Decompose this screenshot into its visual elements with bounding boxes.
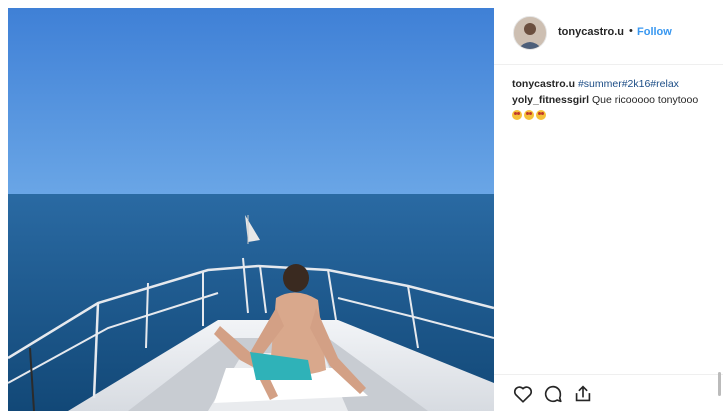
avatar-image xyxy=(514,17,546,49)
comment: yoly_fitnessgirl Que ricooooo tonytooo xyxy=(512,92,717,108)
post-header: tonycastro.u • Follow xyxy=(494,8,723,65)
scrollbar[interactable] xyxy=(718,372,721,396)
comment-username[interactable]: yoly_fitnessgirl xyxy=(512,94,589,106)
caption-hashtags[interactable]: #summer#2k16#relax xyxy=(578,78,679,90)
comment-icon[interactable] xyxy=(542,383,564,405)
caption: tonycastro.u #summer#2k16#relax xyxy=(512,76,717,92)
sky xyxy=(8,8,494,196)
post-sidebar: tonycastro.u • Follow tonycastro.u #summ… xyxy=(494,8,723,411)
comment-emojis xyxy=(512,108,717,124)
post-photo[interactable] xyxy=(8,8,494,411)
follow-button[interactable]: Follow xyxy=(637,26,672,38)
post-username[interactable]: tonycastro.u xyxy=(558,26,624,38)
heart-eyes-emoji xyxy=(512,110,522,120)
comment-text: Que ricooooo tonytooo xyxy=(591,94,699,106)
heart-eyes-emoji xyxy=(524,110,534,120)
photo-scene xyxy=(8,8,494,411)
avatar[interactable] xyxy=(513,16,547,50)
post-actions xyxy=(494,374,723,412)
comments-section: tonycastro.u #summer#2k16#relax yoly_fit… xyxy=(512,76,717,124)
heart-eyes-emoji xyxy=(536,110,546,120)
share-icon[interactable] xyxy=(572,383,594,405)
separator-dot: • xyxy=(629,25,633,37)
caption-username[interactable]: tonycastro.u xyxy=(512,78,575,90)
heart-icon[interactable] xyxy=(512,383,534,405)
